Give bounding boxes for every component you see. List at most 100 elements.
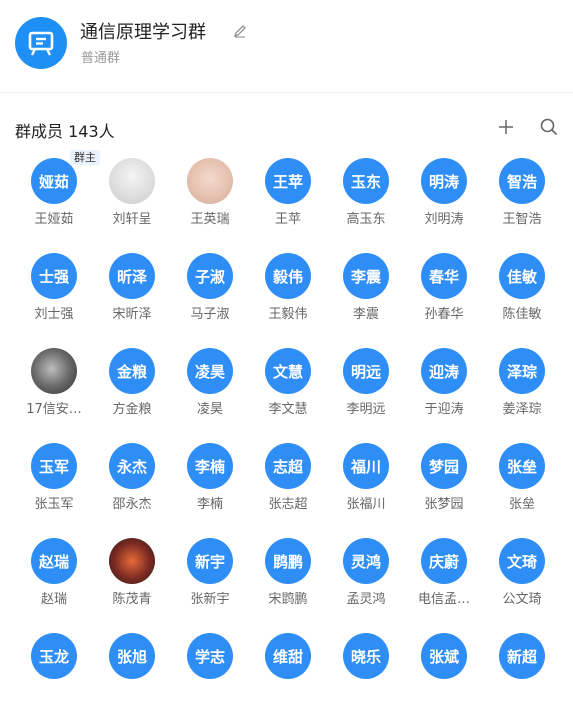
member-avatar[interactable]: 新超 [499, 633, 545, 679]
member-item[interactable]: 晓乐 [327, 630, 405, 725]
member-avatar[interactable]: 凌昊 [187, 348, 233, 394]
member-avatar[interactable]: 迎涛 [421, 348, 467, 394]
member-avatar[interactable] [187, 158, 233, 204]
member-item[interactable]: 学志 [171, 630, 249, 725]
member-item[interactable]: 昕泽 宋昕泽 [93, 250, 171, 345]
member-avatar[interactable]: 维甜 [265, 633, 311, 679]
member-item[interactable]: 赵瑞 赵瑞 [15, 535, 93, 630]
member-avatar[interactable]: 佳敏 [499, 253, 545, 299]
pencil-icon[interactable] [233, 24, 247, 38]
member-avatar[interactable]: 庆蔚 [421, 538, 467, 584]
member-item[interactable]: 迎涛 于迎涛 [405, 345, 483, 440]
member-item[interactable]: 新超 [483, 630, 561, 725]
member-item[interactable]: 子淑 马子淑 [171, 250, 249, 345]
member-avatar[interactable]: 金粮 [109, 348, 155, 394]
member-item[interactable]: 王英瑞 [171, 155, 249, 250]
member-avatar[interactable]: 毅伟 [265, 253, 311, 299]
member-avatar[interactable] [31, 348, 77, 394]
member-avatar[interactable] [109, 538, 155, 584]
member-avatar[interactable]: 娅茹 [31, 158, 77, 204]
member-avatar[interactable]: 学志 [187, 633, 233, 679]
member-item[interactable]: 刘轩呈 [93, 155, 171, 250]
member-avatar[interactable]: 张斌 [421, 633, 467, 679]
member-item[interactable]: 智浩 王智浩 [483, 155, 561, 250]
member-grid: 娅茹 群主 王娅茹 刘轩呈 王英瑞 王苹 王苹 玉东 高玉东 明涛 刘明涛 智浩 王智浩 士强 刘士强 昕泽宋… [0, 150, 573, 683]
member-item[interactable]: 佳敏 陈佳敏 [483, 250, 561, 345]
member-avatar[interactable]: 玉龙 [31, 633, 77, 679]
member-avatar[interactable]: 玉军 [31, 443, 77, 489]
member-name: 宋昕泽 [112, 307, 152, 322]
member-avatar[interactable]: 晓乐 [343, 633, 389, 679]
member-avatar[interactable]: 智浩 [499, 158, 545, 204]
member-name: 赵瑞 [40, 592, 67, 607]
member-avatar[interactable]: 永杰 [109, 443, 155, 489]
plus-icon[interactable] [498, 119, 514, 135]
member-item[interactable]: 新宇 张新宇 [171, 535, 249, 630]
member-avatar[interactable]: 文琦 [499, 538, 545, 584]
member-item[interactable]: 17信安… [15, 345, 93, 440]
member-item[interactable]: 明涛 刘明涛 [405, 155, 483, 250]
member-item[interactable]: 春华 孙春华 [405, 250, 483, 345]
member-avatar[interactable]: 明涛 [421, 158, 467, 204]
member-item[interactable]: 士强 刘士强 [15, 250, 93, 345]
member-avatar[interactable]: 福川 [343, 443, 389, 489]
member-item[interactable]: 志超 张志超 [249, 440, 327, 535]
member-item[interactable]: 玉东 高玉东 [327, 155, 405, 250]
member-item[interactable]: 玉龙 [15, 630, 93, 725]
member-name: 王苹 [274, 212, 301, 227]
member-item[interactable]: 文琦 公文琦 [483, 535, 561, 630]
member-avatar[interactable]: 文慧 [265, 348, 311, 394]
member-avatar[interactable]: 李楠 [187, 443, 233, 489]
member-item[interactable]: 张斌 [405, 630, 483, 725]
member-item[interactable]: 凌昊 凌昊 [171, 345, 249, 440]
member-avatar[interactable]: 鹍鹏 [265, 538, 311, 584]
member-item[interactable]: 张垒 张垒 [483, 440, 561, 535]
member-item[interactable]: 娅茹 群主 王娅茹 [15, 150, 100, 250]
member-avatar[interactable] [109, 158, 155, 204]
member-name: 刘轩呈 [112, 212, 152, 227]
member-avatar[interactable]: 明远 [343, 348, 389, 394]
member-avatar[interactable]: 泽琮 [499, 348, 545, 394]
member-item[interactable]: 玉军 张玉军 [15, 440, 93, 535]
member-name: 孙春华 [424, 307, 464, 322]
member-name: 陈茂青 [112, 592, 152, 607]
member-item[interactable]: 金粮 方金粮 [93, 345, 171, 440]
member-avatar[interactable]: 玉东 [343, 158, 389, 204]
member-item[interactable]: 庆蔚 电信孟… [405, 535, 483, 630]
member-avatar[interactable]: 志超 [265, 443, 311, 489]
member-avatar[interactable]: 新宇 [187, 538, 233, 584]
member-item[interactable]: 王苹 王苹 [249, 155, 327, 250]
member-name: 张垒 [508, 497, 535, 512]
member-item[interactable]: 鹍鹏 宋鹍鹏 [249, 535, 327, 630]
member-avatar[interactable]: 昕泽 [109, 253, 155, 299]
member-avatar[interactable]: 李震 [343, 253, 389, 299]
member-item[interactable]: 维甜 [249, 630, 327, 725]
member-avatar[interactable]: 梦园 [421, 443, 467, 489]
group-avatar[interactable] [15, 17, 67, 69]
member-item[interactable]: 陈茂青 [93, 535, 171, 630]
member-item[interactable]: 泽琮 姜泽琮 [483, 345, 561, 440]
member-avatar[interactable]: 张旭 [109, 633, 155, 679]
member-avatar[interactable]: 春华 [421, 253, 467, 299]
member-item[interactable]: 永杰 邵永杰 [93, 440, 171, 535]
member-item[interactable]: 梦园 张梦园 [405, 440, 483, 535]
member-item[interactable]: 毅伟 王毅伟 [249, 250, 327, 345]
member-name: 刘明涛 [424, 212, 464, 227]
member-name: 陈佳敏 [502, 307, 542, 322]
member-item[interactable]: 明远 李明远 [327, 345, 405, 440]
member-avatar[interactable]: 张垒 [499, 443, 545, 489]
member-item[interactable]: 张旭 [93, 630, 171, 725]
member-name: 王娅茹 [34, 212, 74, 227]
member-avatar[interactable]: 灵鸿 [343, 538, 389, 584]
member-avatar[interactable]: 赵瑞 [31, 538, 77, 584]
member-item[interactable]: 李楠 李楠 [171, 440, 249, 535]
search-icon[interactable] [540, 118, 558, 136]
member-avatar[interactable]: 子淑 [187, 253, 233, 299]
member-item[interactable]: 李震 李震 [327, 250, 405, 345]
member-item[interactable]: 文慧 李文慧 [249, 345, 327, 440]
member-avatar[interactable]: 士强 [31, 253, 77, 299]
member-avatar[interactable]: 王苹 [265, 158, 311, 204]
member-item[interactable]: 福川 张福川 [327, 440, 405, 535]
member-item[interactable]: 灵鸿 孟灵鸿 [327, 535, 405, 630]
member-name: 张玉军 [34, 497, 74, 512]
